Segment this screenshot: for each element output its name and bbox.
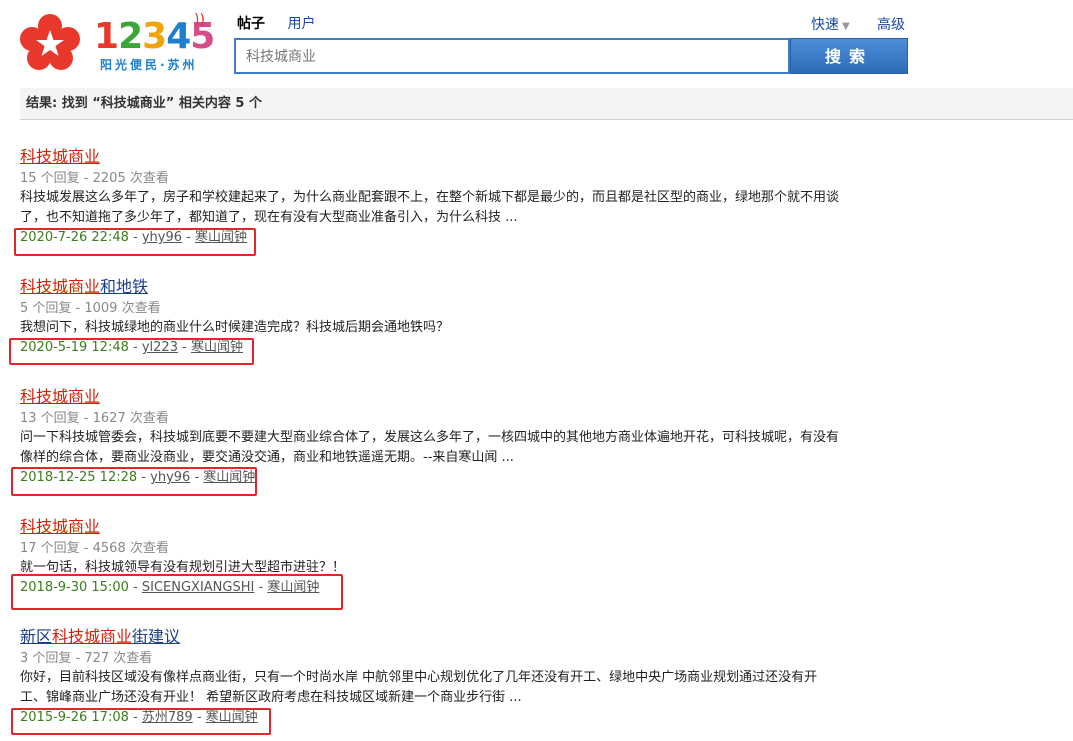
highlight-box (11, 574, 343, 610)
highlight-box (11, 467, 257, 496)
result-stats: 3 个回复 - 727 次查看 (20, 651, 153, 666)
highlight-box (14, 228, 256, 256)
search-type-tabs: 帖子 用户 (237, 13, 333, 33)
highlight-box (11, 708, 271, 735)
result-title[interactable]: 新区科技城商业街建议 (20, 627, 900, 647)
flower-logo-icon (20, 14, 80, 70)
result-summary: 结果: 找到 “科技城商业” 相关内容 5 个 (20, 88, 1073, 120)
result-snippet: 我想问下，科技城绿地的商业什么时候建造完成？科技城后期会通地铁吗？ (20, 320, 450, 335)
result-stats: 15 个回复 - 2205 次查看 (20, 171, 169, 186)
search-box (234, 38, 790, 74)
result-snippet: 问一下科技城管委会，科技城到底要不要建大型商业综合体了，发展这么多年了，一核四城… (20, 430, 840, 465)
result-snippet: 你好，目前科技区域没有像样点商业街，只有一个时尚水岸 中航邻里中心规划优化了几年… (20, 670, 818, 705)
caret-down-icon: ▼ (842, 21, 850, 32)
search-button[interactable]: 搜索 (790, 38, 908, 74)
result-stats: 13 个回复 - 1627 次查看 (20, 411, 169, 426)
result-snippet: 科技城发展这么多年了，房子和学校建起来了，为什么商业配套跟不上，在整个新城下都是… (20, 190, 840, 225)
highlight-box (9, 338, 254, 365)
site-logo[interactable]: 12345 )) 阳光便民·苏州 (18, 12, 215, 72)
tab-users[interactable]: 用户 (287, 16, 315, 32)
tab-posts[interactable]: 帖子 (237, 16, 265, 32)
result-title[interactable]: 科技城商业 (20, 147, 900, 167)
advanced-search-link[interactable]: 高级 (877, 14, 905, 34)
result-stats: 17 个回复 - 4568 次查看 (20, 541, 169, 556)
search-input[interactable] (236, 40, 776, 72)
signal-icon: )) (194, 12, 205, 28)
result-stats: 5 个回复 - 1009 次查看 (20, 301, 161, 316)
result-title[interactable]: 科技城商业 (20, 517, 900, 537)
result-title[interactable]: 科技城商业 (20, 387, 900, 407)
quick-search-toggle[interactable]: 快速 ▼ (811, 14, 850, 34)
logo-slogan: 阳光便民·苏州 (100, 58, 198, 72)
result-title[interactable]: 科技城商业和地铁 (20, 277, 900, 297)
